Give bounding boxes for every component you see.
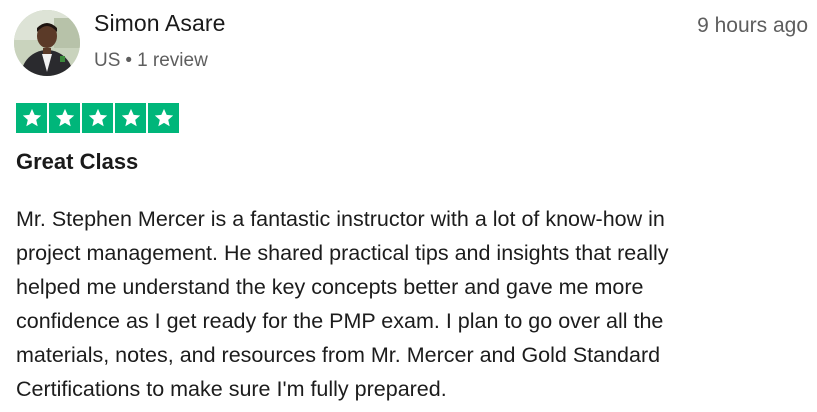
reviewer-country: US bbox=[94, 50, 121, 71]
star-icon bbox=[82, 103, 113, 133]
star-icon bbox=[115, 103, 146, 133]
review-body-line: materials, notes, and resources from Mr.… bbox=[16, 343, 661, 367]
reviewer-review-count[interactable]: 1 review bbox=[137, 50, 208, 71]
reviewer-meta: US • 1 review bbox=[94, 50, 208, 72]
star-icon bbox=[148, 103, 179, 133]
review-card: Simon Asare US • 1 review 9 hours ago Grea… bbox=[0, 0, 817, 412]
star-icon bbox=[16, 103, 47, 133]
review-body: Mr. Stephen Mercer is a fantastic instru… bbox=[16, 202, 811, 406]
review-date: 9 hours ago bbox=[697, 14, 808, 37]
reviewer-name[interactable]: Simon Asare bbox=[94, 10, 226, 37]
review-body-line: project management. He shared practical … bbox=[16, 241, 669, 265]
meta-separator: • bbox=[125, 50, 133, 71]
review-body-line: Certifications to make sure I'm fully pr… bbox=[16, 377, 447, 401]
review-body-line: confidence as I get ready for the PMP ex… bbox=[16, 309, 664, 333]
star-rating bbox=[16, 103, 179, 133]
review-body-line: Mr. Stephen Mercer is a fantastic instru… bbox=[16, 207, 665, 231]
avatar-photo-icon bbox=[14, 10, 80, 76]
review-title[interactable]: Great Class bbox=[16, 149, 138, 175]
avatar[interactable] bbox=[14, 10, 80, 76]
star-icon bbox=[49, 103, 80, 133]
review-body-line: helped me understand the key concepts be… bbox=[16, 275, 644, 299]
